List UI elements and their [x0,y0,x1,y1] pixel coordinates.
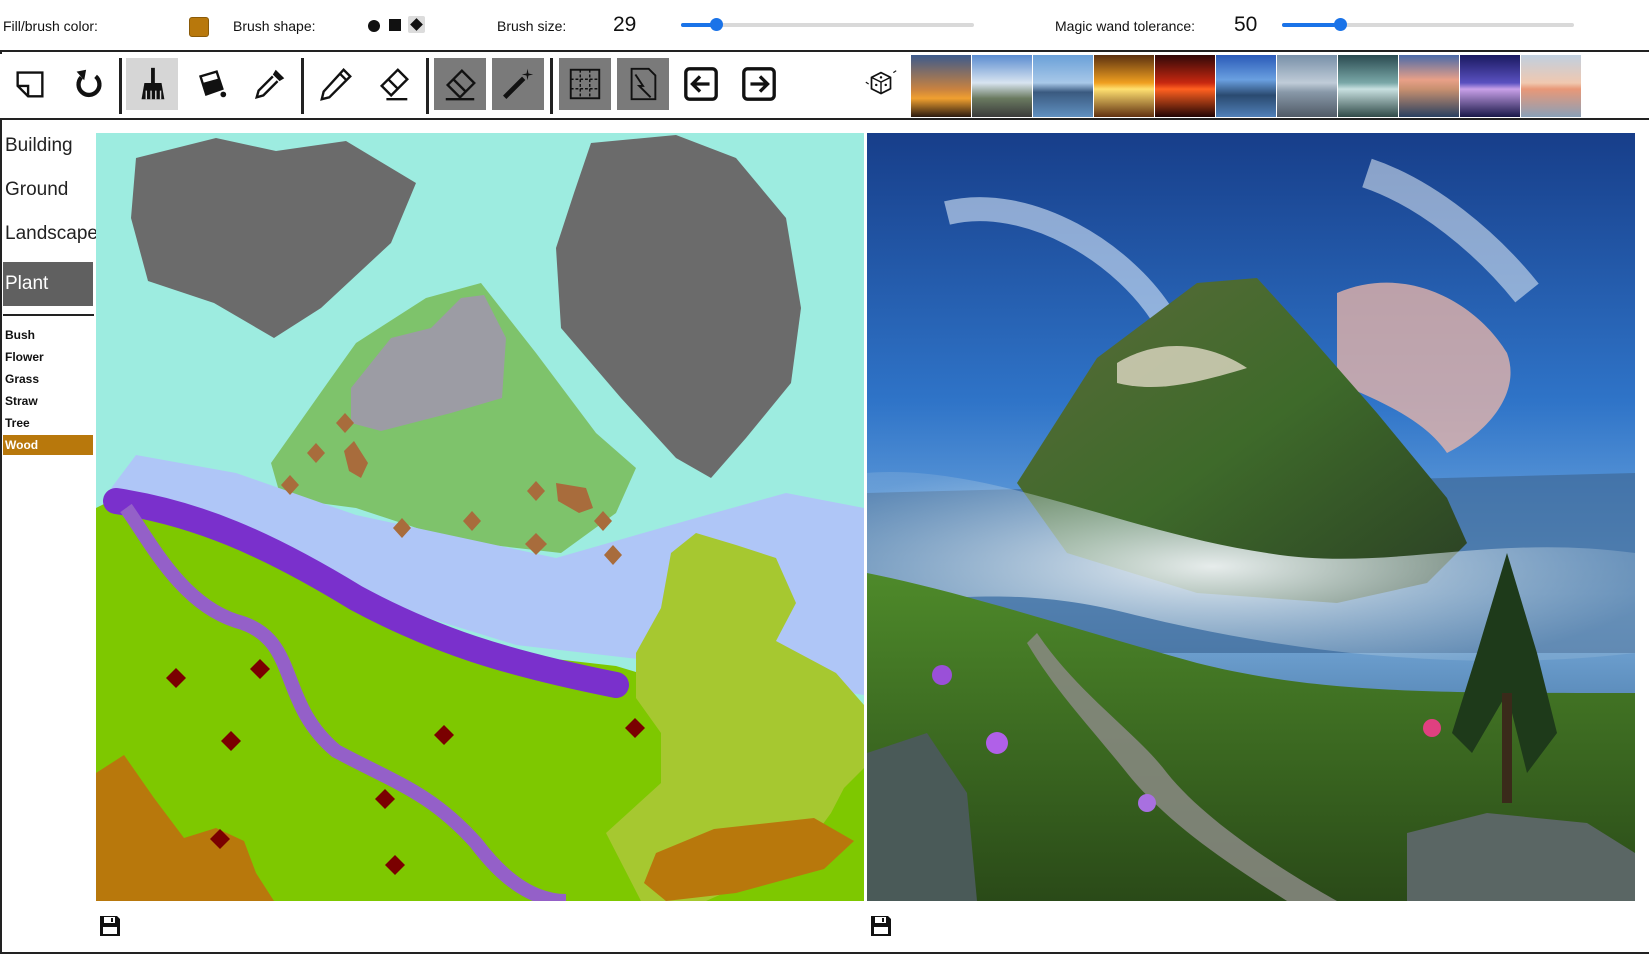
brush-icon [141,67,165,100]
label-straw[interactable]: Straw [3,391,93,411]
cloud-region [556,135,801,478]
style-thumbnail[interactable] [1033,55,1093,117]
magic-wand-slider-thumb[interactable] [1334,18,1347,31]
toolbar-separator [119,58,122,114]
label-flower[interactable]: Flower [3,347,93,367]
segmentation-canvas[interactable] [96,133,864,901]
style-thumbnail[interactable] [911,55,971,117]
eraser-button[interactable] [434,58,486,110]
next-button[interactable] [733,58,785,110]
brush-shape-label: Brush shape: [233,18,316,34]
label-sidebar: Building Ground Landscape Plant Bush Flo… [0,122,98,954]
brush-size-value: 29 [613,13,637,36]
label-grass[interactable]: Grass [3,369,93,389]
flower-cluster [1423,719,1441,737]
fill-bucket-button[interactable] [184,58,236,110]
edge-map-icon [630,67,657,101]
fill-bucket-icon [199,70,227,98]
eraser-icon [445,69,476,101]
segmentation-map [96,135,864,901]
random-dice-icon [865,70,897,95]
brush-shape-circle-button[interactable] [368,20,380,32]
pencil-icon [320,68,352,101]
brush-size-label: Brush size: [497,18,567,34]
brush-tool-button[interactable] [126,58,178,110]
flower-cluster [932,665,952,685]
style-thumbnails [911,55,1581,117]
pine-trunk [1502,693,1512,803]
segment-grid-icon [569,68,601,100]
cloud-region [131,138,416,338]
style-thumbnail[interactable] [1338,55,1398,117]
magic-wand-tolerance-slider[interactable] [1282,18,1574,31]
magic-wand-slider-fill [1282,23,1340,27]
segment-grid-button[interactable] [559,58,611,110]
category-landscape[interactable]: Landscape [3,212,98,256]
previous-button[interactable] [675,58,727,110]
new-canvas-button[interactable] [4,58,56,110]
flower-cluster [986,732,1008,754]
flower-cluster [1138,794,1156,812]
category-plant[interactable]: Plant [3,262,93,306]
tool-bar [0,54,1649,120]
eraser-pencil-button[interactable] [368,58,420,110]
category-ground[interactable]: Ground [3,168,93,212]
fill-color-swatch[interactable] [189,17,209,37]
pencil-button[interactable] [310,58,362,110]
category-building[interactable]: Building [3,124,93,168]
magic-wand-tolerance-label: Magic wand tolerance: [1055,18,1196,34]
generated-landscape-image [867,133,1635,901]
diamond-icon [410,18,423,31]
label-bush[interactable]: Bush [3,325,93,345]
magic-wand-button[interactable] [492,58,544,110]
eraser-pencil-icon [379,68,409,101]
brush-size-slider[interactable] [681,18,974,31]
magic-wand-tolerance-value: 50 [1234,13,1258,36]
style-thumbnail[interactable] [1155,55,1215,117]
style-thumbnail[interactable] [1216,55,1276,117]
save-image-button[interactable] [869,914,893,938]
sidebar-divider [3,314,94,316]
style-thumbnail[interactable] [1094,55,1154,117]
label-wood[interactable]: Wood [3,435,93,455]
save-segmentation-button[interactable] [98,914,122,938]
style-thumbnail[interactable] [972,55,1032,117]
style-thumbnail[interactable] [1460,55,1520,117]
magic-wand-icon [503,68,534,99]
eyedropper-icon [254,69,285,100]
save-icon [871,916,891,936]
edge-map-button[interactable] [617,58,669,110]
arrow-right-icon [742,67,776,101]
toolbar-separator [426,58,429,114]
arrow-left-icon [684,67,718,101]
save-icon [100,916,120,936]
style-thumbnail[interactable] [1521,55,1581,117]
brush-shape-diamond-button[interactable] [408,16,425,33]
label-tree[interactable]: Tree [3,413,93,433]
fill-color-label: Fill/brush color: [3,18,98,34]
settings-bar: Fill/brush color: Brush shape: Brush siz… [0,0,1649,52]
brush-size-slider-thumb[interactable] [710,18,723,31]
new-canvas-icon [16,71,44,98]
toolbar-separator [301,58,304,114]
style-thumbnail[interactable] [1399,55,1459,117]
generated-image [867,133,1635,901]
toolbar-separator [550,58,553,114]
undo-icon [76,69,102,98]
undo-button[interactable] [62,58,114,110]
style-thumbnail[interactable] [1277,55,1337,117]
random-style-button[interactable] [855,58,907,110]
brush-shape-square-button[interactable] [389,19,401,31]
eyedropper-button[interactable] [244,58,296,110]
